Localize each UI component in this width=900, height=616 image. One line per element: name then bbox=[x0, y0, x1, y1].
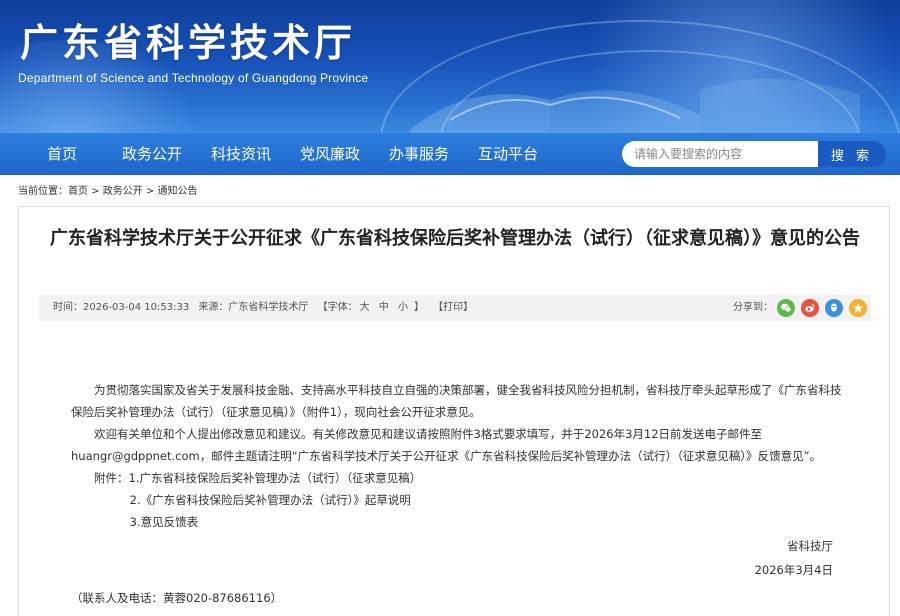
contact-info: （联系人及电话：黄蓉020-87686116） bbox=[71, 591, 283, 605]
signature: 省科技厅 bbox=[787, 539, 833, 553]
font-small-button[interactable]: 小 bbox=[398, 302, 408, 313]
qzone-icon[interactable] bbox=[849, 299, 867, 317]
article-paragraph: 欢迎有关单位和个人提出修改意见和建议。有关修改意见和建议请按照附件3格式要求填写… bbox=[71, 427, 822, 463]
breadcrumb-home[interactable]: 首页 bbox=[68, 186, 88, 197]
breadcrumb: 当前位置：首页 > 政务公开 > 通知公告 bbox=[18, 182, 198, 197]
article-source: 来源：广东省科学技术厅 bbox=[198, 302, 309, 313]
font-size-label: 【字体： bbox=[317, 302, 358, 313]
font-medium-button[interactable]: 中 bbox=[379, 302, 389, 313]
article-panel: 广东省科学技术厅关于公开征求《广东省科技保险后奖补管理办法（试行）（征求意见稿）… bbox=[18, 206, 890, 616]
nav-item-interaction[interactable]: 互动平台 bbox=[478, 133, 538, 175]
book-decoration bbox=[410, 78, 860, 133]
attachments-label: 附件： bbox=[94, 471, 129, 485]
nav-item-party-integrity[interactable]: 党风廉政 bbox=[300, 133, 360, 175]
nav-item-government-affairs[interactable]: 政务公开 bbox=[122, 133, 182, 175]
site-title[interactable]: 广东省科学技术厅 bbox=[20, 12, 356, 67]
print-button[interactable]: 【打印】 bbox=[433, 302, 473, 313]
share-label: 分享到： bbox=[733, 302, 773, 313]
publish-date: 2026年3月4日 bbox=[754, 563, 833, 577]
nav-item-home[interactable]: 首页 bbox=[47, 133, 77, 175]
attachment-row: 2.《广东省科技保险后奖补管理办法（试行）》起草说明 bbox=[71, 489, 851, 511]
publish-time: 时间：2026-03-04 10:53:33 bbox=[53, 302, 190, 313]
breadcrumb-prefix: 当前位置： bbox=[18, 186, 68, 197]
attachment-row: 3.意见反馈表 bbox=[71, 511, 851, 533]
qq-icon[interactable] bbox=[825, 299, 843, 317]
article-paragraph: 为贯彻落实国家及省关于发展科技金融、支持高水平科技自立自强的决策部署，健全我省科… bbox=[71, 383, 842, 419]
weibo-icon[interactable] bbox=[801, 299, 819, 317]
nav-item-tech-news[interactable]: 科技资讯 bbox=[211, 133, 271, 175]
article-title: 广东省科学技术厅关于公开征求《广东省科技保险后奖补管理办法（试行）（征求意见稿）… bbox=[50, 228, 860, 249]
font-size-close: 】 bbox=[413, 302, 424, 313]
wechat-icon[interactable] bbox=[777, 299, 795, 317]
attachment-row: 附件：1.广东省科技保险后奖补管理办法（试行）（征求意见稿） bbox=[71, 467, 851, 489]
header-banner: 广东省科学技术厅 Department of Science and Techn… bbox=[0, 0, 900, 133]
search-button[interactable]: 搜 索 bbox=[818, 141, 886, 167]
nav-item-services[interactable]: 办事服务 bbox=[389, 133, 449, 175]
attachment-link-2[interactable]: 2.《广东省科技保险后奖补管理办法（试行）》起草说明 bbox=[130, 493, 411, 507]
breadcrumb-separator: > bbox=[88, 186, 103, 197]
attachment-link-3[interactable]: 3.意见反馈表 bbox=[130, 515, 198, 529]
breadcrumb-notices[interactable]: 通知公告 bbox=[158, 186, 198, 197]
article-body: 为贯彻落实国家及省关于发展科技金融、支持高水平科技自立自强的决策部署，健全我省科… bbox=[71, 379, 851, 609]
breadcrumb-separator: > bbox=[142, 186, 158, 197]
search-input[interactable] bbox=[622, 141, 818, 167]
attachment-link-1[interactable]: 1.广东省科技保险后奖补管理办法（试行）（征求意见稿） bbox=[129, 471, 422, 485]
breadcrumb-government-affairs[interactable]: 政务公开 bbox=[103, 186, 143, 197]
article-meta-bar: 时间：2026-03-04 10:53:33 来源：广东省科学技术厅 【字体：大… bbox=[39, 295, 871, 321]
font-large-button[interactable]: 大 bbox=[360, 302, 370, 313]
site-subtitle: Department of Science and Technology of … bbox=[18, 71, 369, 85]
